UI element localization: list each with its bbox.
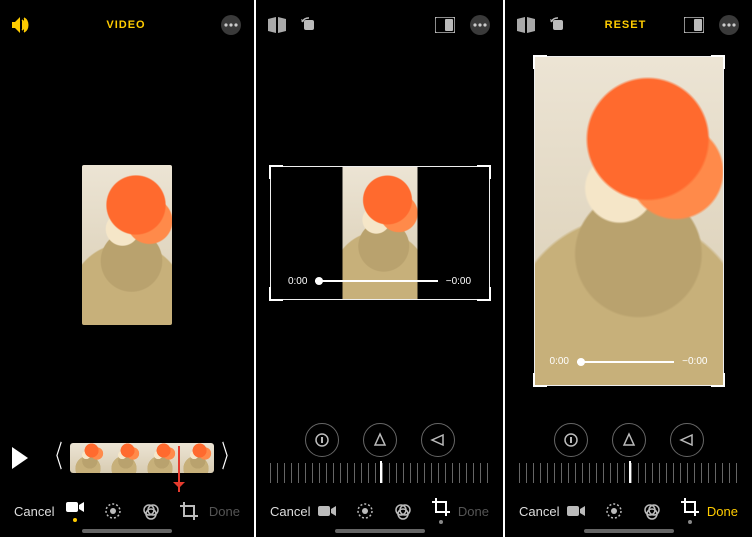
trim-thumb[interactable]	[142, 443, 178, 473]
home-indicator	[335, 529, 425, 533]
more-icon[interactable]	[220, 14, 242, 36]
horizontal-perspective-button[interactable]	[421, 423, 455, 457]
video-tool-icon[interactable]	[318, 504, 336, 518]
cancel-button[interactable]: Cancel	[519, 504, 559, 519]
editor-panel-crop-reset: RESET 0:00 −0:00	[505, 0, 752, 537]
straighten-button[interactable]	[305, 423, 339, 457]
done-button: Done	[209, 504, 240, 519]
playhead[interactable]	[315, 277, 323, 285]
reset-button[interactable]: RESET	[567, 19, 684, 31]
adjust-tool-icon[interactable]	[605, 502, 623, 520]
video-tool-icon[interactable]	[66, 500, 84, 522]
crop-handle-bl[interactable]	[269, 287, 283, 301]
crop-frame[interactable]: 0:00 −0:00	[534, 56, 724, 386]
crop-timeline[interactable]: 0:00 −0:00	[288, 276, 471, 287]
crop-timeline[interactable]: 0:00 −0:00	[550, 356, 708, 367]
editor-panel-crop: 0:00 −0:00 Cancel	[256, 0, 505, 537]
trim-thumb[interactable]	[106, 443, 142, 473]
crop-handle-br[interactable]	[711, 373, 725, 387]
play-icon[interactable]	[10, 447, 40, 469]
flip-icon[interactable]	[517, 17, 535, 33]
crop-handle-bl[interactable]	[533, 373, 547, 387]
crop-frame[interactable]: 0:00 −0:00	[270, 166, 490, 300]
aspect-icon[interactable]	[684, 17, 704, 33]
filters-tool-icon[interactable]	[643, 502, 661, 520]
editor-panel-video: VIDEO 〈 〉 Cancel	[0, 0, 256, 537]
crop-handle-tr[interactable]	[477, 165, 491, 179]
crop-tool-icon[interactable]	[180, 502, 198, 520]
dial-ruler[interactable]	[519, 463, 738, 483]
more-icon[interactable]	[718, 14, 740, 36]
crop-handle-br[interactable]	[477, 287, 491, 301]
time-start: 0:00	[550, 356, 569, 367]
crop-tool-icon[interactable]	[681, 498, 699, 524]
home-indicator	[82, 529, 172, 533]
filters-tool-icon[interactable]	[394, 502, 412, 520]
done-button[interactable]: Done	[707, 504, 738, 519]
filters-tool-icon[interactable]	[142, 502, 160, 520]
aspect-icon[interactable]	[435, 17, 455, 33]
trim-end-handle[interactable]: 〉	[222, 447, 237, 469]
trim-start-handle[interactable]: 〈	[48, 447, 63, 469]
time-end: −0:00	[682, 356, 707, 367]
vertical-perspective-button[interactable]	[363, 423, 397, 457]
trim-thumb[interactable]	[70, 443, 106, 473]
crop-handle-tr[interactable]	[711, 55, 725, 69]
playhead[interactable]	[577, 358, 585, 366]
vertical-perspective-button[interactable]	[612, 423, 646, 457]
straighten-button[interactable]	[554, 423, 588, 457]
mode-title: VIDEO	[32, 19, 220, 31]
rotate-icon[interactable]	[300, 16, 318, 34]
done-button: Done	[458, 504, 489, 519]
crop-handle-tl[interactable]	[269, 165, 283, 179]
home-indicator	[584, 529, 674, 533]
video-tool-icon[interactable]	[567, 504, 585, 518]
trim-strip[interactable]: 〈 〉	[10, 439, 244, 477]
crop-tool-icon[interactable]	[432, 498, 450, 524]
video-preview[interactable]	[82, 165, 172, 325]
more-icon[interactable]	[469, 14, 491, 36]
crop-handle-tl[interactable]	[533, 55, 547, 69]
cancel-button[interactable]: Cancel	[270, 504, 310, 519]
trim-thumb[interactable]	[178, 443, 214, 473]
adjust-tool-icon[interactable]	[356, 502, 374, 520]
time-start: 0:00	[288, 276, 307, 287]
annotation-arrow	[178, 446, 180, 492]
dial-ruler[interactable]	[270, 463, 489, 483]
flip-icon[interactable]	[268, 17, 286, 33]
cancel-button[interactable]: Cancel	[14, 504, 54, 519]
time-end: −0:00	[446, 276, 471, 287]
volume-icon[interactable]	[12, 17, 32, 33]
rotate-icon[interactable]	[549, 16, 567, 34]
adjust-tool-icon[interactable]	[104, 502, 122, 520]
horizontal-perspective-button[interactable]	[670, 423, 704, 457]
